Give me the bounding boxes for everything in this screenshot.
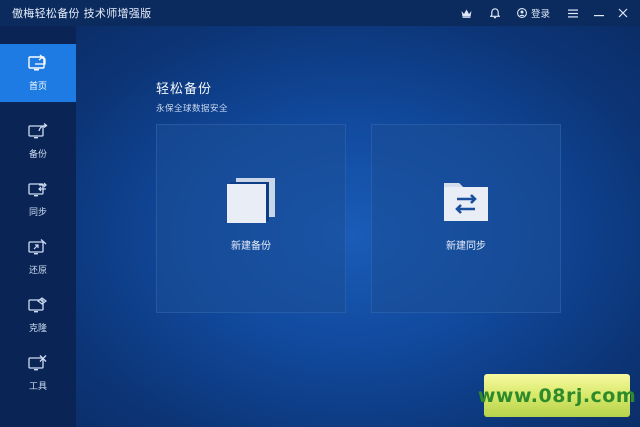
minimize-icon[interactable] xyxy=(590,0,608,26)
app-window: 傲梅轻松备份 技术师增强版 登录 首页 备份 同步 还原 克隆 工具 轻松备份 … xyxy=(0,0,640,427)
tools-monitor-icon xyxy=(28,355,47,371)
close-icon[interactable] xyxy=(614,0,632,26)
sidebar-item-label: 备份 xyxy=(28,150,47,160)
sidebar-item-label: 工具 xyxy=(28,382,47,392)
new-backup-label: 新建备份 xyxy=(231,241,271,252)
sidebar-item-clone[interactable]: 克隆 xyxy=(0,286,76,344)
new-sync-card[interactable]: 新建同步 xyxy=(371,124,561,313)
page-title: 轻松备份 xyxy=(156,82,213,97)
watermark-badge: www.08rj.com xyxy=(478,374,636,417)
folder-sync-icon xyxy=(444,183,488,221)
sidebar-item-label: 还原 xyxy=(28,266,47,276)
sidebar-item-tools[interactable]: 工具 xyxy=(0,344,76,402)
sidebar-item-backup[interactable]: 备份 xyxy=(0,112,76,170)
sidebar-item-label: 首页 xyxy=(28,82,47,92)
home-monitor-icon xyxy=(28,54,46,71)
new-backup-card[interactable]: 新建备份 xyxy=(156,124,346,313)
user-icon xyxy=(517,8,527,18)
login-label: 登录 xyxy=(530,9,550,20)
app-title: 傲梅轻松备份 技术师增强版 xyxy=(12,7,152,20)
sidebar-item-restore[interactable]: 还原 xyxy=(0,228,76,286)
sync-monitor-icon xyxy=(28,182,47,197)
backup-monitor-icon xyxy=(28,122,48,139)
sidebar-item-label: 克隆 xyxy=(28,324,47,334)
restore-monitor-icon xyxy=(28,239,47,255)
new-sync-label: 新建同步 xyxy=(446,241,486,252)
watermark-text: www.08rj.com xyxy=(477,384,637,407)
sidebar: 首页 备份 同步 还原 克隆 工具 xyxy=(0,26,76,427)
page-subtitle: 永保全球数据安全 xyxy=(156,104,229,114)
sidebar-item-sync[interactable]: 同步 xyxy=(0,170,76,228)
crown-icon[interactable] xyxy=(457,0,477,26)
stacked-pages-icon xyxy=(227,178,275,223)
sidebar-item-home[interactable]: 首页 xyxy=(0,44,76,102)
title-bar: 傲梅轻松备份 技术师增强版 登录 xyxy=(0,0,640,26)
bell-icon[interactable] xyxy=(485,0,505,26)
login-button[interactable]: 登录 xyxy=(517,0,550,26)
title-bar-controls: 登录 xyxy=(457,0,640,26)
menu-icon[interactable] xyxy=(564,0,582,26)
sidebar-item-label: 同步 xyxy=(28,208,47,218)
clone-monitor-icon xyxy=(28,297,47,313)
